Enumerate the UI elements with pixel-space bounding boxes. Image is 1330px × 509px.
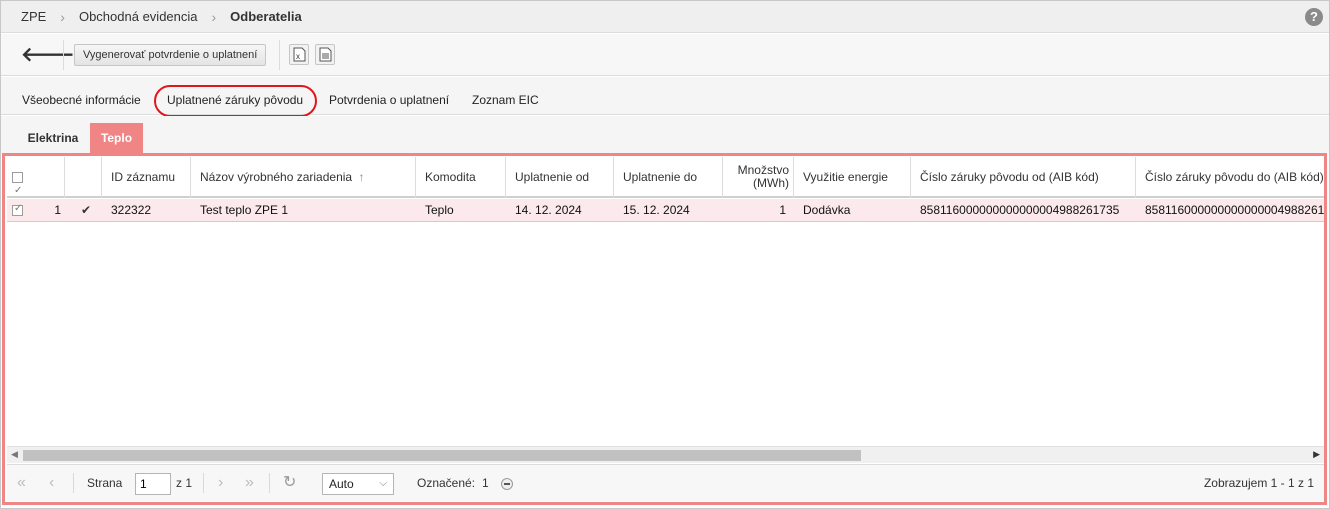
cell-aib-from: 858116000000000000004988261735: [920, 203, 1120, 217]
sub-tabs: Elektrina Teplo: [1, 116, 1329, 154]
column-header-aib-to[interactable]: Číslo záruky pôvodu do (AIB kód): [1136, 157, 1324, 198]
toolbar-divider: [279, 40, 280, 70]
pager-divider: [73, 473, 74, 493]
selected-label: Označené:: [417, 476, 476, 490]
column-header-name-label: Názov výrobného zariadenia: [200, 170, 353, 184]
breadcrumb: ZPE › Obchodná evidencia › Odberatelia ?: [1, 1, 1329, 33]
breadcrumb-item-odberatelia: Odberatelia: [230, 9, 302, 24]
select-all-checkbox[interactable]: ✓: [12, 172, 23, 196]
toolbar-divider: [63, 40, 64, 70]
excel-export-icon[interactable]: x: [289, 44, 309, 65]
toolbar: 🡐 Vygenerovať potvrdenie o uplatnení x: [1, 34, 1329, 76]
check-column: [65, 157, 102, 198]
row-number: 1: [54, 203, 61, 217]
breadcrumb-item-zpe[interactable]: ZPE: [21, 9, 46, 24]
sort-ascending-icon: ↑: [358, 170, 365, 184]
column-header-usage[interactable]: Využitie energie: [794, 157, 911, 198]
column-header-id[interactable]: ID záznamu: [102, 157, 191, 198]
page-count-label: z 1: [176, 476, 193, 490]
column-header-quantity[interactable]: Množstvo (MWh): [723, 157, 794, 198]
document-export-icon[interactable]: [315, 44, 335, 65]
cell-commodity: Teplo: [425, 203, 454, 217]
pager-divider: [269, 473, 270, 493]
cell-to: 15. 12. 2024: [623, 203, 690, 217]
tab-zoznam-eic[interactable]: Zoznam EIC: [472, 77, 539, 115]
selected-count: 1: [482, 476, 489, 490]
chevron-right-icon: ›: [211, 8, 217, 25]
cell-usage: Dodávka: [803, 203, 851, 217]
cell-quantity: 1: [779, 203, 786, 217]
next-page-icon[interactable]: ›: [218, 475, 223, 491]
cell-from: 14. 12. 2024: [515, 203, 582, 217]
page-number-input[interactable]: [135, 473, 171, 495]
main-tabs: Všeobecné informácie Uplatnené záruky pô…: [1, 77, 1329, 115]
row-checkbox[interactable]: ✓: [12, 203, 23, 216]
column-header-aib-from[interactable]: Číslo záruky pôvodu od (AIB kód): [911, 157, 1136, 198]
previous-page-icon[interactable]: ‹: [49, 475, 54, 491]
last-page-icon[interactable]: »: [245, 475, 254, 491]
cell-name: Test teplo ZPE 1: [200, 203, 289, 217]
table-row[interactable]: ✓ 1 ✔ 322322 Test teplo ZPE 1 Teplo 14. …: [7, 199, 1324, 222]
page-size-value: Auto: [329, 477, 354, 491]
first-page-icon[interactable]: «: [17, 475, 26, 491]
column-header-from[interactable]: Uplatnenie od: [506, 157, 614, 198]
subtab-teplo[interactable]: Teplo: [90, 123, 143, 154]
select-all-column: ✓: [7, 157, 65, 198]
page-size-select[interactable]: Auto ⌵: [322, 473, 394, 495]
grid-header: ✓ ID záznamu Názov výrobného zariadenia …: [7, 157, 1324, 198]
chevron-right-icon: ›: [60, 8, 65, 25]
column-header-name[interactable]: Názov výrobného zariadenia ↑: [191, 157, 416, 198]
tab-vseobecne-informacie[interactable]: Všeobecné informácie: [22, 77, 141, 115]
page-label: Strana: [87, 476, 123, 490]
deselect-icon[interactable]: [501, 478, 513, 490]
chevron-down-icon: ⌵: [379, 478, 387, 489]
refresh-icon[interactable]: ↻: [283, 475, 296, 491]
cell-id: 322322: [111, 203, 152, 217]
column-header-to[interactable]: Uplatnenie do: [614, 157, 723, 198]
check-icon: ✔: [81, 203, 92, 217]
display-count-label: Zobrazujem 1 - 1 z 1: [1203, 476, 1314, 490]
column-header-commodity[interactable]: Komodita: [416, 157, 506, 198]
horizontal-scrollbar[interactable]: ◀ ▶: [7, 446, 1324, 463]
scroll-right-icon[interactable]: ▶: [1313, 449, 1320, 460]
tab-uplatnene-zaruky-povodu[interactable]: Uplatnené záruky pôvodu: [167, 77, 303, 115]
scroll-left-icon[interactable]: ◀: [11, 449, 18, 460]
tab-potvrdenia-o-uplatneni[interactable]: Potvrdenia o uplatnení: [329, 77, 449, 115]
pager-divider: [203, 473, 204, 493]
breadcrumb-item-obchodna-evidencia[interactable]: Obchodná evidencia: [79, 9, 198, 24]
help-icon[interactable]: ?: [1305, 8, 1323, 26]
svg-text:x: x: [296, 52, 300, 61]
column-header-quantity-line2: (MWh): [753, 176, 789, 190]
pager: « ‹ Strana z 1 › » ↻ Auto ⌵ Označené: 1 …: [7, 464, 1324, 501]
cell-aib-to: 858116000000000000004988261735: [1145, 203, 1324, 217]
subtab-elektrina[interactable]: Elektrina: [13, 123, 93, 154]
generate-confirmation-button[interactable]: Vygenerovať potvrdenie o uplatnení: [74, 44, 267, 66]
scrollbar-thumb[interactable]: [23, 450, 861, 461]
arrow-left-icon[interactable]: 🡐: [21, 45, 75, 65]
